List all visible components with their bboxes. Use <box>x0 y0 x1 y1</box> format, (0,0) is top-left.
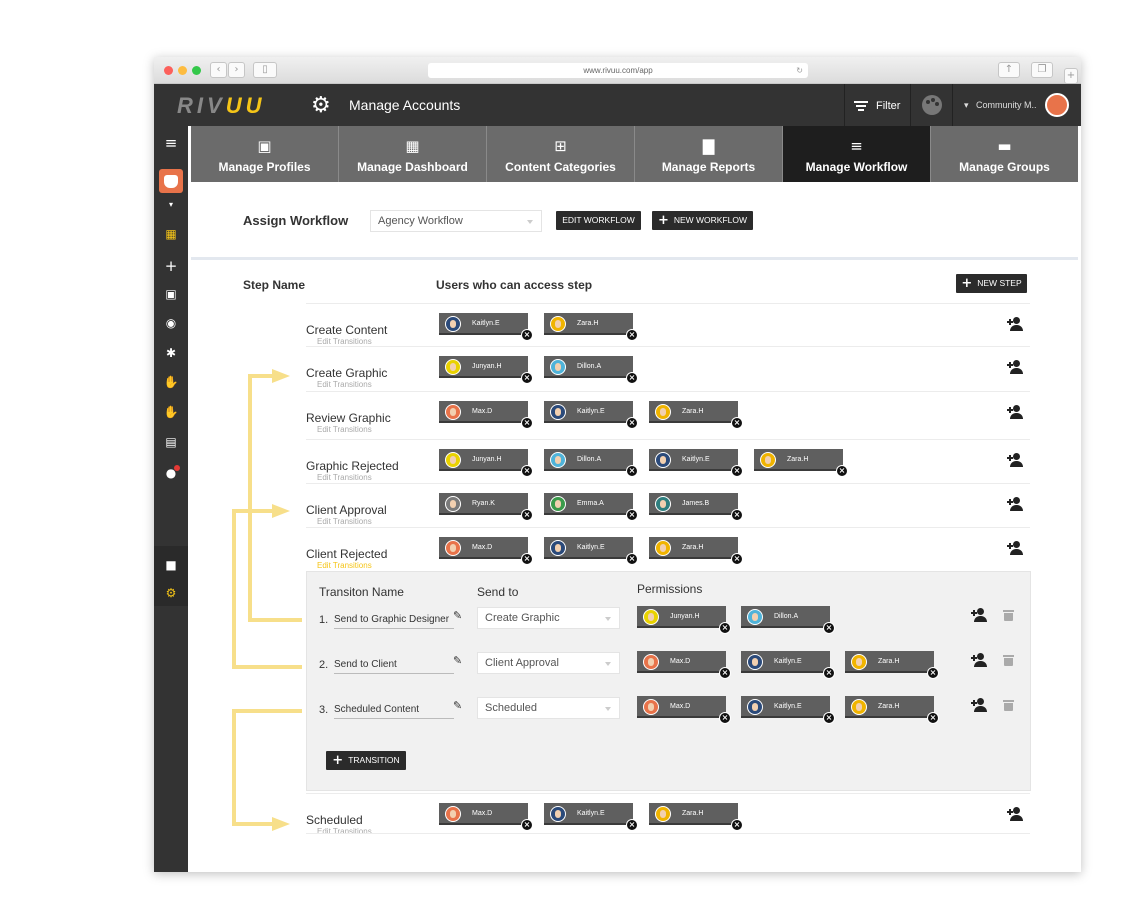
browser-window: ‹ › ▯ www.rivuu.com/app ↻ ↑ ❐ + RIVUU ⚙ M… <box>154 57 1081 872</box>
arrowhead-scheduled <box>272 817 290 831</box>
arrow-line-client <box>232 509 302 669</box>
arrowhead-create-graphic <box>272 369 290 383</box>
transition-arrows <box>232 369 302 831</box>
arrowhead-client-approval <box>272 504 290 518</box>
arrow-line-graphic-designer <box>248 374 302 622</box>
arrow-line-scheduled <box>232 709 302 826</box>
